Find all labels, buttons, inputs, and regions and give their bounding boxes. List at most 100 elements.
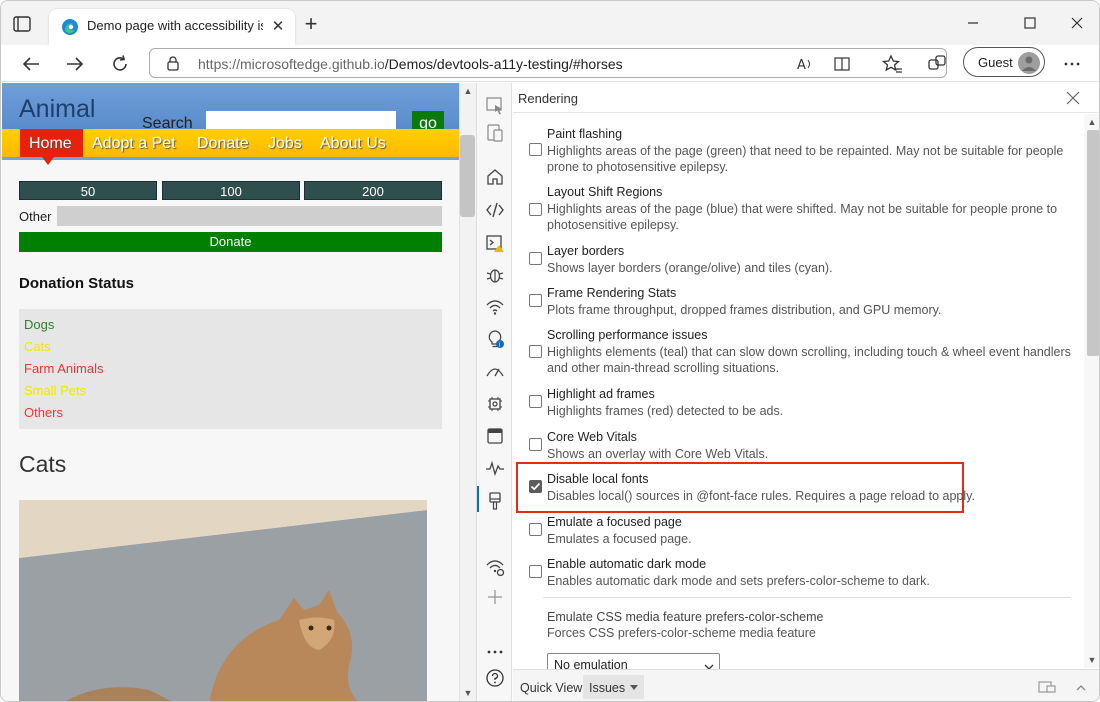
status-item-farm-animals[interactable]: Farm Animals <box>24 361 103 376</box>
option-desc: Disables local() sources in @font-face r… <box>547 489 975 503</box>
welcome-home-icon[interactable] <box>485 167 505 187</box>
minimize-icon[interactable] <box>963 13 983 33</box>
page-scroll-thumb[interactable] <box>460 135 475 217</box>
avatar <box>1018 52 1040 74</box>
dock-panel-icon[interactable] <box>1038 679 1056 695</box>
layout-shift-checkbox[interactable] <box>529 203 542 216</box>
ad-frames-checkbox[interactable] <box>529 395 542 408</box>
status-item-small-pets[interactable]: Small Pets <box>24 383 86 398</box>
network-conditions-icon[interactable] <box>485 557 505 577</box>
nav-item-about[interactable]: About Us <box>320 135 386 153</box>
frame-rendering-checkbox[interactable] <box>529 294 542 307</box>
status-item-cats[interactable]: Cats <box>24 339 51 354</box>
option-title: Core Web Vitals <box>547 430 637 444</box>
option-desc: Emulates a focused page. <box>547 532 692 546</box>
address-bar[interactable]: https://microsoftedge.github.io/Demos/de… <box>149 48 947 78</box>
collections-icon[interactable] <box>926 53 948 75</box>
close-window-icon[interactable] <box>1067 13 1087 33</box>
forward-icon[interactable] <box>64 53 86 75</box>
immersive-reader-icon[interactable] <box>833 55 851 73</box>
application-icon[interactable] <box>485 426 505 446</box>
site-title: Animal <box>19 95 96 123</box>
tab-title: Demo page with accessibility issues <box>87 18 263 33</box>
core-web-vitals-checkbox[interactable] <box>529 438 542 451</box>
drawer-title: Rendering <box>518 91 578 106</box>
option-title: Layout Shift Regions <box>547 185 663 199</box>
quick-view-tab-label: Issues <box>589 681 626 695</box>
maximize-icon[interactable] <box>1020 13 1040 33</box>
drawer-scroll-down-icon[interactable]: ▼ <box>1087 655 1097 665</box>
chevron-down-icon <box>704 659 714 670</box>
profile-button[interactable]: Guest <box>963 47 1045 77</box>
sources-bug-icon[interactable] <box>485 265 505 285</box>
network-icon[interactable] <box>485 297 505 317</box>
quick-view-issues-tab[interactable]: Issues <box>583 675 644 699</box>
page-scrollbar[interactable]: ▲ ▼ <box>459 83 476 701</box>
chevron-up-icon[interactable] <box>1075 681 1087 693</box>
cats-heading: Cats <box>19 451 67 477</box>
amount-200-button[interactable]: 200 <box>304 181 442 200</box>
nav-item-adopt[interactable]: Adopt a Pet <box>92 135 176 153</box>
option-desc: Highlights elements (teal) that can slow… <box>547 345 1071 375</box>
lock-icon[interactable] <box>166 55 180 71</box>
other-amount-input[interactable] <box>57 206 442 226</box>
scroll-up-icon[interactable]: ▲ <box>463 86 473 96</box>
more-menu-icon[interactable] <box>1061 53 1083 75</box>
refresh-icon[interactable] <box>109 53 131 75</box>
active-tool-indicator <box>477 486 479 512</box>
color-scheme-title: Emulate CSS media feature prefers-color-… <box>547 610 824 624</box>
scrolling-performance-checkbox[interactable] <box>529 345 542 358</box>
tab-actions-icon[interactable] <box>11 13 33 35</box>
tab-close-icon[interactable]: ✕ <box>269 18 287 36</box>
option-title: Paint flashing <box>547 127 623 141</box>
quick-view-bar: Quick View: Issues <box>513 669 1099 701</box>
back-icon[interactable] <box>20 53 42 75</box>
help-icon[interactable] <box>485 668 505 688</box>
rendering-paintbrush-icon[interactable] <box>485 491 505 511</box>
performance-insights-icon[interactable]: i <box>485 329 505 349</box>
favorites-icon[interactable] <box>881 53 903 75</box>
site-nav: Home Adopt a Pet Donate Jobs About Us <box>2 129 459 165</box>
paint-flashing-checkbox[interactable] <box>529 143 542 156</box>
donation-status-heading: Donation Status <box>19 275 134 292</box>
status-item-others[interactable]: Others <box>24 405 63 420</box>
layer-borders-checkbox[interactable] <box>529 252 542 265</box>
nav-item-jobs[interactable]: Jobs <box>268 135 302 153</box>
customize-ellipsis-icon[interactable] <box>485 642 505 662</box>
active-tab[interactable]: Demo page with accessibility issues ✕ <box>49 9 295 45</box>
svg-text:A: A <box>797 58 806 73</box>
amount-100-button[interactable]: 100 <box>162 181 300 200</box>
disable-local-fonts-checkbox[interactable] <box>529 480 542 493</box>
nav-item-home[interactable]: Home <box>29 135 72 153</box>
drawer-close-icon[interactable] <box>1065 90 1081 106</box>
option-title: Enable automatic dark mode <box>547 557 707 571</box>
option-desc: Plots frame throughput, dropped frames d… <box>547 303 942 317</box>
memory-icon[interactable] <box>485 394 505 414</box>
amount-50-button[interactable]: 50 <box>19 181 157 200</box>
performance-monitor-icon[interactable] <box>485 458 505 478</box>
elements-icon[interactable] <box>485 200 505 220</box>
edge-favicon-icon <box>61 18 79 36</box>
donate-button[interactable]: Donate <box>19 232 442 252</box>
nav-item-donate[interactable]: Donate <box>197 135 249 153</box>
device-emulation-icon[interactable] <box>485 123 505 143</box>
url-host: https://microsoftedge.github.io <box>198 56 385 72</box>
emulate-focused-checkbox[interactable] <box>529 523 542 536</box>
drawer-scrollbar[interactable]: ▲ ▼ <box>1084 114 1099 668</box>
inspect-icon[interactable] <box>485 96 505 116</box>
rendering-drawer: Rendering Paint flashing Highlights area… <box>513 83 1099 701</box>
more-tools-plus-icon[interactable] <box>485 587 505 607</box>
url-text[interactable]: https://microsoftedge.github.io/Demos/de… <box>198 56 623 72</box>
scroll-down-icon[interactable]: ▼ <box>463 688 473 698</box>
read-aloud-icon[interactable]: A <box>796 55 814 73</box>
new-tab-icon[interactable]: + <box>301 13 321 35</box>
quick-view-label: Quick View: <box>520 681 586 695</box>
auto-dark-mode-checkbox[interactable] <box>529 565 542 578</box>
drawer-scroll-thumb[interactable] <box>1087 130 1099 356</box>
status-item-dogs[interactable]: Dogs <box>24 317 54 332</box>
performance-icon[interactable] <box>485 362 505 382</box>
drawer-scroll-up-icon[interactable]: ▲ <box>1087 117 1097 127</box>
console-icon[interactable] <box>485 233 505 253</box>
browser-window: Demo page with accessibility issues ✕ + <box>0 0 1100 702</box>
profile-label: Guest <box>978 55 1013 70</box>
